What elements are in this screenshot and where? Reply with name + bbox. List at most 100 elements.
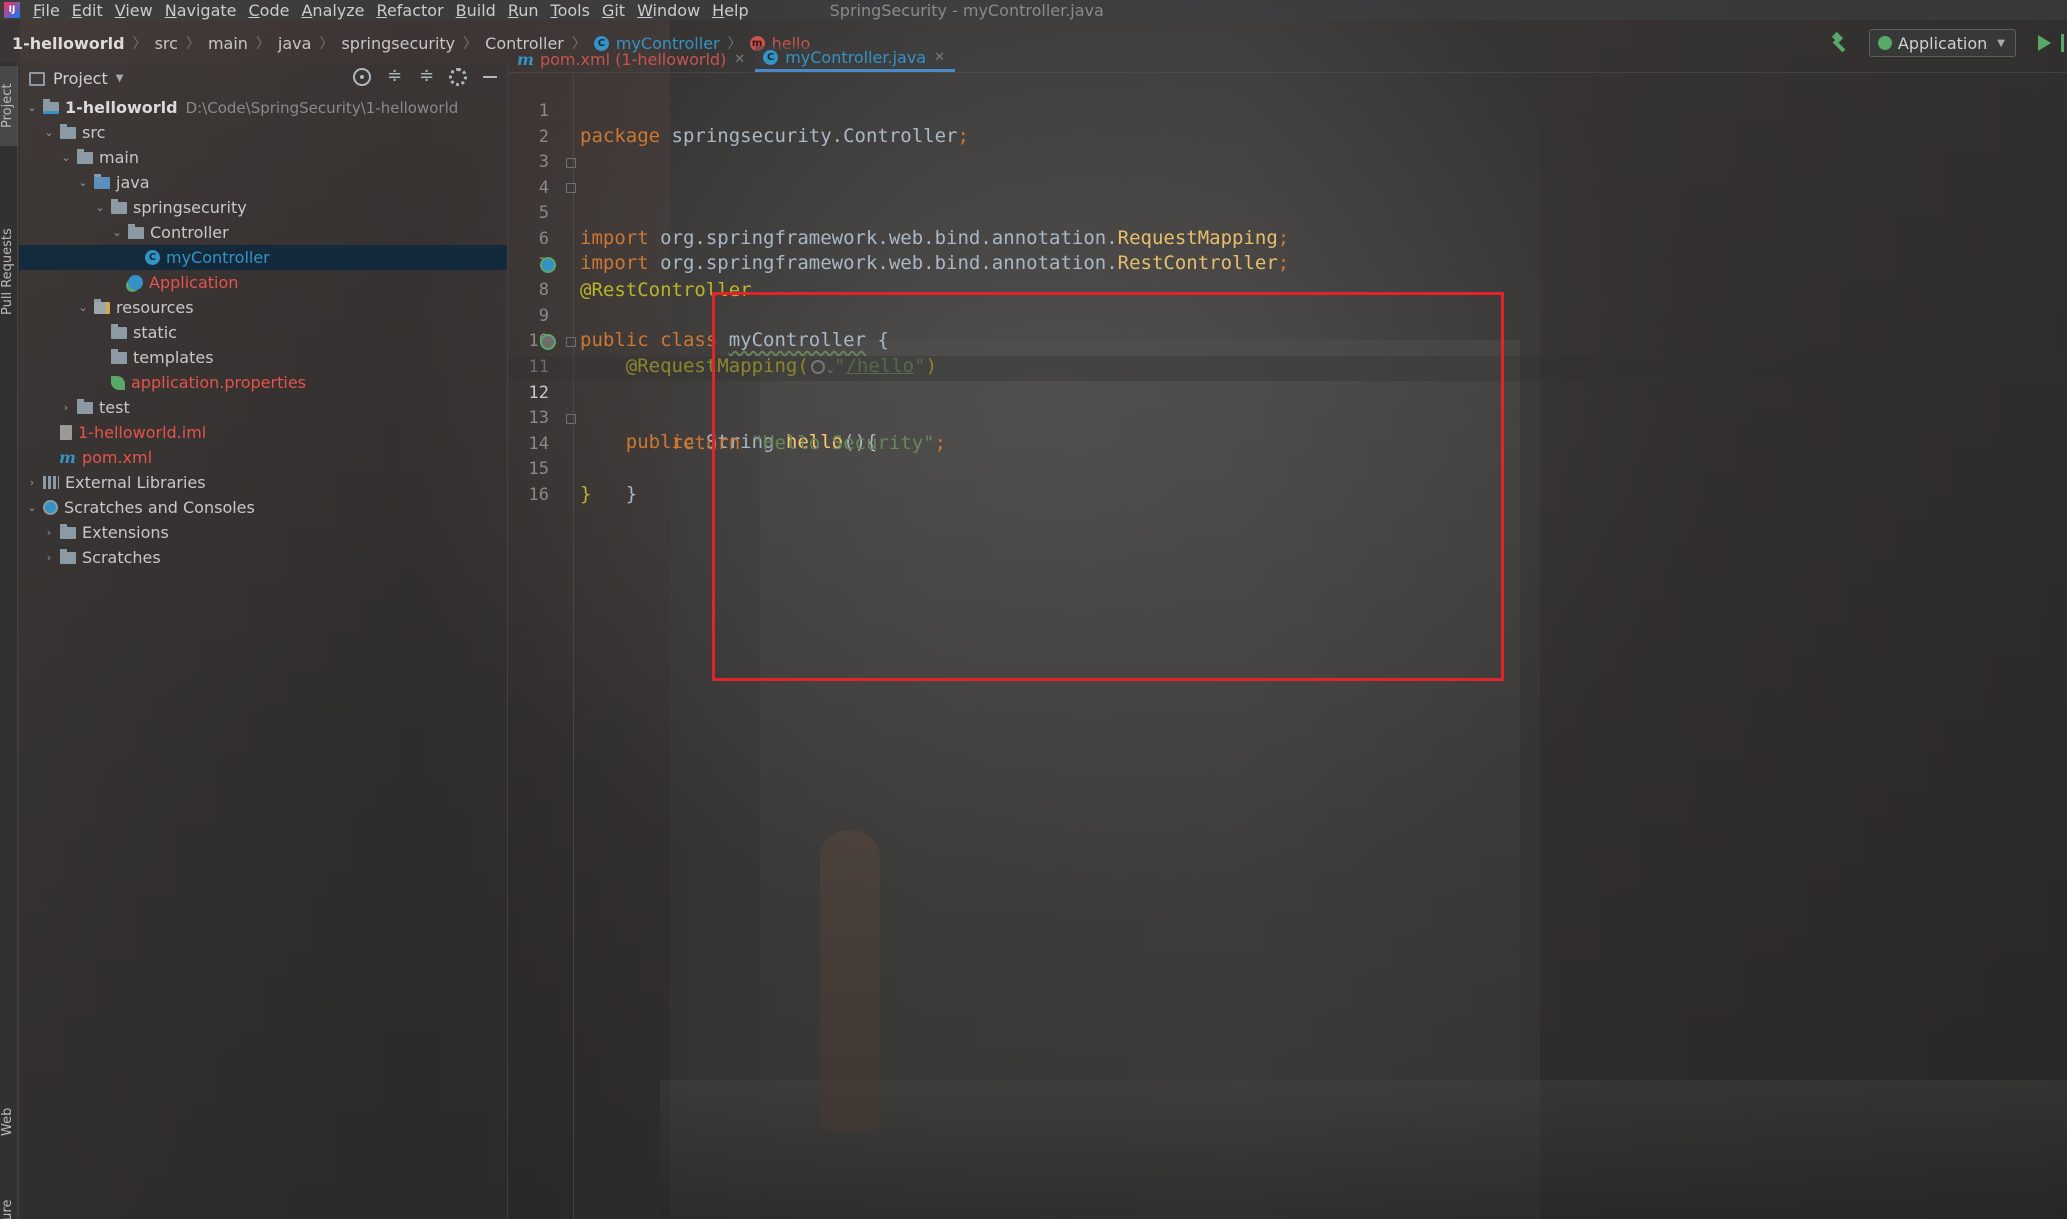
- menu-edit[interactable]: Edit: [69, 1, 112, 20]
- chevron-down-icon[interactable]: ⌄: [25, 501, 39, 514]
- fold-marker-icon[interactable]: [566, 337, 576, 347]
- tree-item-java[interactable]: ⌄ java: [19, 170, 507, 195]
- menu-navigate[interactable]: Navigate: [162, 1, 246, 20]
- code-line-6[interactable]: 6: [509, 202, 2067, 249]
- menu-git[interactable]: Git: [599, 1, 634, 20]
- tab-mycontroller-java[interactable]: C myController.java ✕: [755, 46, 956, 72]
- code-line-13[interactable]: 13 return "Hello Security";: [509, 381, 2067, 454]
- chevron-right-icon[interactable]: ›: [42, 551, 56, 564]
- breadcrumb-src[interactable]: src: [155, 34, 178, 53]
- tree-item-mycontroller[interactable]: C myController: [19, 245, 507, 270]
- menu-build[interactable]: Build: [453, 1, 505, 20]
- code-line-11[interactable]: 11 public String hello(){: [509, 330, 2067, 453]
- close-icon[interactable]: ✕: [934, 50, 945, 65]
- chevron-down-icon[interactable]: ⌄: [59, 151, 73, 164]
- editor-tab-bar: m pom.xml (1-helloworld) ✕ C myControlle…: [509, 46, 2067, 73]
- tree-item-iml[interactable]: 1-helloworld.iml: [19, 420, 507, 445]
- tool-tab-structure[interactable]: Structure: [0, 1190, 18, 1219]
- menu-code[interactable]: Code: [246, 1, 299, 20]
- tree-item-pom[interactable]: m pom.xml: [19, 445, 507, 470]
- spring-boot-class-icon: [128, 275, 143, 290]
- tab-pom-xml[interactable]: m pom.xml (1-helloworld) ✕: [509, 46, 755, 72]
- tree-item-scratches[interactable]: › Scratches: [19, 545, 507, 570]
- collapse-all-icon[interactable]: [417, 65, 435, 86]
- chevron-down-icon[interactable]: ⌄: [76, 301, 90, 314]
- tree-item-resources[interactable]: ⌄ resources: [19, 295, 507, 320]
- code-line-7[interactable]: 7 @RestController: [509, 228, 2067, 301]
- code-line-14[interactable]: 14 }: [509, 407, 2067, 505]
- chevron-down-icon[interactable]: ▼: [116, 73, 124, 84]
- breadcrumb-separator: 〉: [319, 36, 334, 52]
- tree-item-external-libraries[interactable]: › External Libraries: [19, 470, 507, 495]
- code-editor[interactable]: 1 package springsecurity.Controller; 2 3…: [509, 74, 2067, 1219]
- code-line-8[interactable]: 8 public class myController {: [509, 253, 2067, 351]
- gear-icon[interactable]: [449, 68, 467, 86]
- code-line-3[interactable]: 3: [509, 125, 2067, 172]
- tree-item-templates[interactable]: templates: [19, 345, 507, 370]
- tree-item-controller[interactable]: ⌄ Controller: [19, 220, 507, 245]
- scratches-icon: [43, 500, 58, 515]
- code-line-4[interactable]: 4 import org.springframework.web.bind.an…: [509, 151, 2067, 249]
- code-line-5[interactable]: 5 import org.springframework.web.bind.an…: [509, 176, 2067, 274]
- tree-item-label: myController: [166, 248, 270, 267]
- tool-tab-project[interactable]: Project: [0, 66, 18, 146]
- tab-label: pom.xml (1-helloworld): [539, 49, 727, 69]
- tree-item-scratches-consoles[interactable]: ⌄ Scratches and Consoles: [19, 495, 507, 520]
- menu-run[interactable]: Run: [505, 1, 548, 20]
- project-icon: [29, 71, 45, 86]
- tab-label: myController.java: [785, 48, 927, 67]
- locate-file-icon[interactable]: [353, 68, 371, 86]
- fold-marker-icon[interactable]: [566, 413, 576, 424]
- menu-tools[interactable]: Tools: [548, 1, 599, 20]
- class-icon: C: [145, 250, 160, 265]
- folder-icon: [60, 548, 76, 564]
- expand-all-icon[interactable]: [385, 65, 403, 86]
- iml-file-icon: [60, 425, 72, 440]
- code-line-10[interactable]: 10 @RequestMapping(⌄"/hello"): [509, 304, 2067, 377]
- tree-item-extensions[interactable]: › Extensions: [19, 520, 507, 545]
- menu-file[interactable]: File: [30, 1, 69, 20]
- chevron-down-icon[interactable]: ⌄: [42, 126, 56, 139]
- chevron-down-icon[interactable]: ⌄: [76, 176, 90, 189]
- code-line-15[interactable]: 15 }: [509, 432, 2067, 505]
- menu-refactor[interactable]: Refactor: [374, 1, 453, 20]
- tree-item-main[interactable]: ⌄ main: [19, 145, 507, 170]
- code-line-1[interactable]: 1 package springsecurity.Controller;: [509, 74, 2067, 147]
- tree-item-static[interactable]: static: [19, 320, 507, 345]
- tree-item-src[interactable]: ⌄ src: [19, 120, 507, 145]
- intellij-logo-icon[interactable]: IJ: [4, 2, 20, 18]
- source-folder-icon: [94, 173, 110, 189]
- tool-tab-web[interactable]: Web: [0, 1092, 18, 1152]
- fold-marker-icon[interactable]: [566, 183, 576, 194]
- fold-marker-icon[interactable]: [566, 157, 576, 168]
- code-line-2[interactable]: 2: [509, 100, 2067, 147]
- tree-item-test[interactable]: › test: [19, 395, 507, 420]
- tool-tab-pull-requests[interactable]: Pull Requests: [0, 212, 18, 332]
- tree-item-application[interactable]: Application: [19, 270, 507, 295]
- menu-view[interactable]: View: [112, 1, 162, 20]
- tree-item-springsecurity[interactable]: ⌄ springsecurity: [19, 195, 507, 220]
- hide-panel-icon[interactable]: [481, 68, 499, 86]
- menu-help[interactable]: Help: [709, 1, 757, 20]
- web-endpoint-gutter-icon[interactable]: [540, 334, 556, 350]
- spring-bean-gutter-icon[interactable]: [540, 257, 556, 274]
- breadcrumb-java[interactable]: java: [278, 34, 312, 53]
- code-line-12[interactable]: 12: [509, 355, 2067, 403]
- menu-window[interactable]: Window: [634, 1, 709, 20]
- chevron-right-icon[interactable]: ›: [59, 401, 73, 414]
- chevron-right-icon[interactable]: ›: [42, 526, 56, 539]
- close-icon[interactable]: ✕: [734, 52, 745, 67]
- tree-item-project-root[interactable]: ⌄ 1-helloworld D:\Code\SpringSecurity\1-…: [19, 95, 507, 120]
- chevron-right-icon[interactable]: ›: [25, 476, 39, 489]
- chevron-down-icon[interactable]: ⌄: [93, 201, 107, 214]
- chevron-down-icon[interactable]: ⌄: [110, 226, 124, 239]
- breadcrumb-springsecurity[interactable]: springsecurity: [341, 34, 455, 53]
- chevron-down-icon[interactable]: ⌄: [25, 101, 39, 114]
- code-line-16[interactable]: 16: [509, 458, 2067, 505]
- menu-analyze[interactable]: Analyze: [298, 1, 373, 20]
- tree-item-application-properties[interactable]: application.properties: [19, 370, 507, 395]
- project-panel-title[interactable]: Project: [53, 69, 108, 88]
- breadcrumb-main[interactable]: main: [208, 34, 248, 53]
- code-line-9[interactable]: 9: [509, 279, 2067, 326]
- breadcrumb-project[interactable]: 1-helloworld: [12, 34, 125, 53]
